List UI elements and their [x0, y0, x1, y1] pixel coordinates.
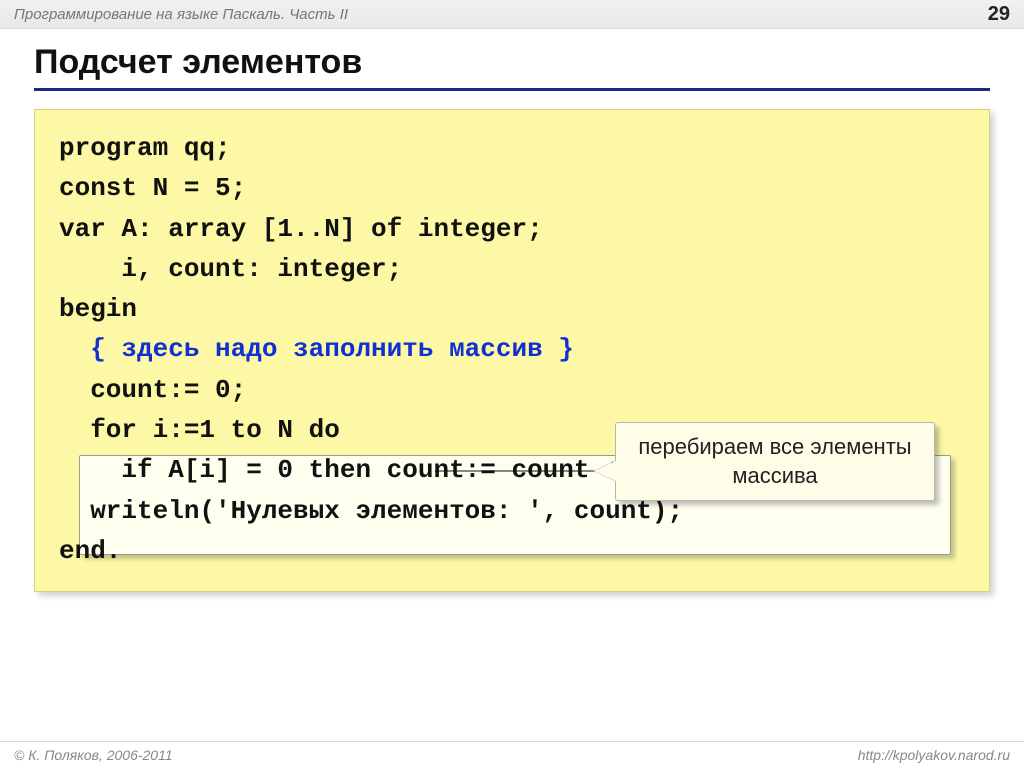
- callout-tail-icon: [594, 461, 616, 481]
- code-line: i, count: integer;: [59, 254, 402, 284]
- footer-author: © К. Поляков, 2006-2011: [14, 747, 173, 763]
- code-line: end.: [59, 536, 121, 566]
- code-line: count:= 0;: [59, 375, 246, 405]
- footer-url: http://kpolyakov.narod.ru: [858, 747, 1010, 763]
- code-line: writeln('Нулевых элементов: ', count);: [59, 496, 683, 526]
- page-number: 29: [988, 3, 1010, 26]
- slide-title: Подсчет элементов: [34, 43, 990, 91]
- code-line: for i:=1 to N do: [59, 415, 340, 445]
- code-text: program qq; const N = 5; var A: array [1…: [59, 128, 965, 571]
- code-comment: { здесь надо заполнить массив }: [59, 334, 574, 364]
- code-block: перебираем все элементы массива program …: [34, 109, 990, 592]
- code-line: if A[i] = 0 then count:= count + 1;: [59, 455, 668, 485]
- code-line: var A: array [1..N] of integer;: [59, 214, 543, 244]
- footer-bar: © К. Поляков, 2006-2011 http://kpolyakov…: [0, 741, 1024, 768]
- header-bar: Программирование на языке Паскаль. Часть…: [0, 0, 1024, 29]
- code-line: const N = 5;: [59, 173, 246, 203]
- slide: Программирование на языке Паскаль. Часть…: [0, 0, 1024, 768]
- annotation-callout: перебираем все элементы массива: [615, 422, 935, 501]
- code-line: begin: [59, 294, 137, 324]
- code-line: program qq;: [59, 133, 231, 163]
- annotation-text: перебираем все элементы массива: [638, 434, 911, 488]
- subject-title: Программирование на языке Паскаль. Часть…: [14, 6, 348, 23]
